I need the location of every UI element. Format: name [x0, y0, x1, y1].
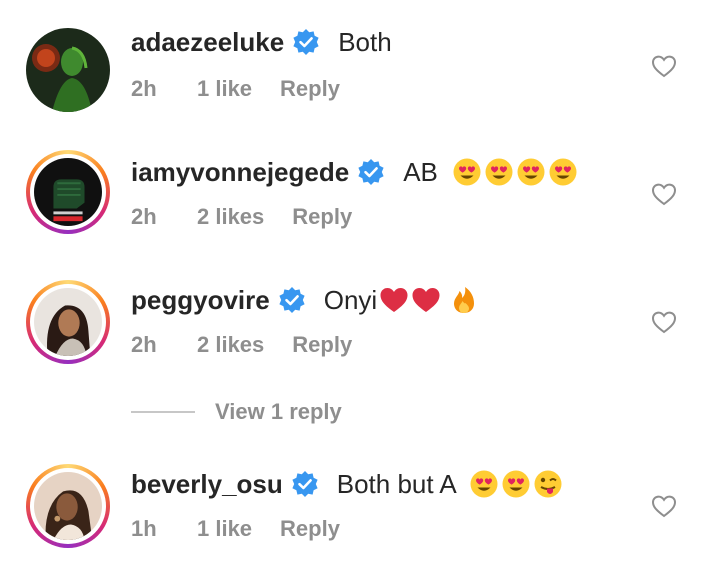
likes-count[interactable]: 1 like — [197, 76, 252, 102]
comment-text: Onyi — [324, 285, 479, 316]
comment-time: 2h — [131, 204, 157, 229]
heart-eyes-emoji-icon — [501, 469, 531, 499]
heart-eyes-emoji-icon — [469, 469, 499, 499]
red-heart-emoji-icon — [379, 285, 409, 315]
heart-eyes-emoji-icon — [452, 157, 482, 187]
comment-text-content: Onyi — [323, 284, 378, 315]
comment-text: AB — [403, 157, 578, 188]
reply-button[interactable]: Reply — [292, 204, 352, 230]
like-heart-icon[interactable] — [650, 492, 678, 520]
comment-time: 1h — [131, 516, 157, 541]
comment-header: beverly_osu Both but A — [131, 464, 563, 504]
heart-eyes-emoji-icon — [516, 157, 546, 187]
likes-count[interactable]: 1 like — [197, 516, 252, 542]
avatar[interactable] — [26, 464, 110, 548]
comment-meta: 2h 2 likes Reply — [131, 202, 352, 232]
verified-badge-icon — [278, 286, 306, 314]
avatar[interactable] — [26, 150, 110, 234]
winking-tongue-emoji-icon — [533, 469, 563, 499]
verified-badge-icon — [292, 28, 320, 56]
heart-eyes-emoji-icon — [548, 157, 578, 187]
comment-meta: 2h 1 like Reply — [131, 74, 340, 104]
likes-count[interactable]: 2 likes — [197, 332, 264, 358]
like-heart-icon[interactable] — [650, 180, 678, 208]
red-heart-emoji-icon — [411, 285, 441, 315]
comment-text: Both — [338, 26, 392, 57]
username[interactable]: adaezeeluke — [131, 27, 284, 58]
avatar-image — [34, 288, 102, 356]
avatar[interactable] — [26, 280, 110, 364]
comment-time: 2h — [131, 76, 157, 101]
username[interactable]: iamyvonnejegede — [131, 157, 349, 188]
comment-header: iamyvonnejegede AB — [131, 152, 578, 192]
comment-meta: 2h 2 likes Reply — [131, 330, 352, 360]
comment-item: peggyovire Onyi 2h 2 likes Reply — [0, 274, 720, 384]
like-heart-icon[interactable] — [650, 52, 678, 80]
reply-button[interactable]: Reply — [280, 516, 340, 542]
username[interactable]: peggyovire — [131, 285, 270, 316]
view-replies-button[interactable]: View 1 reply — [131, 396, 342, 428]
comment-meta: 1h 1 like Reply — [131, 514, 340, 544]
comment-header: peggyovire Onyi — [131, 280, 479, 320]
username[interactable]: beverly_osu — [131, 469, 283, 500]
reply-button[interactable]: Reply — [292, 332, 352, 358]
likes-count[interactable]: 2 likes — [197, 204, 264, 230]
verified-badge-icon — [357, 158, 385, 186]
avatar[interactable] — [26, 28, 110, 112]
avatar-image — [26, 28, 110, 112]
avatar-image — [34, 472, 102, 540]
comment-time: 2h — [131, 332, 157, 357]
comment-item: beverly_osu Both but A 1h 1 like Reply — [0, 458, 720, 568]
view-replies-divider — [131, 411, 195, 413]
fire-emoji-icon — [449, 285, 479, 315]
comment-text-content: Both but A — [336, 468, 457, 499]
verified-badge-icon — [291, 470, 319, 498]
comment-item: iamyvonnejegede AB 2h 2 likes Reply — [0, 146, 720, 256]
comment-header: adaezeeluke Both — [131, 22, 392, 62]
avatar-image — [34, 158, 102, 226]
reply-button[interactable]: Reply — [280, 76, 340, 102]
like-heart-icon[interactable] — [650, 308, 678, 336]
view-replies-label: View 1 reply — [215, 399, 342, 424]
heart-eyes-emoji-icon — [484, 157, 514, 187]
comment-text-content: AB — [403, 156, 438, 187]
comment-text: Both but A — [337, 469, 563, 500]
comment-item: adaezeeluke Both 2h 1 like Reply — [0, 18, 720, 128]
